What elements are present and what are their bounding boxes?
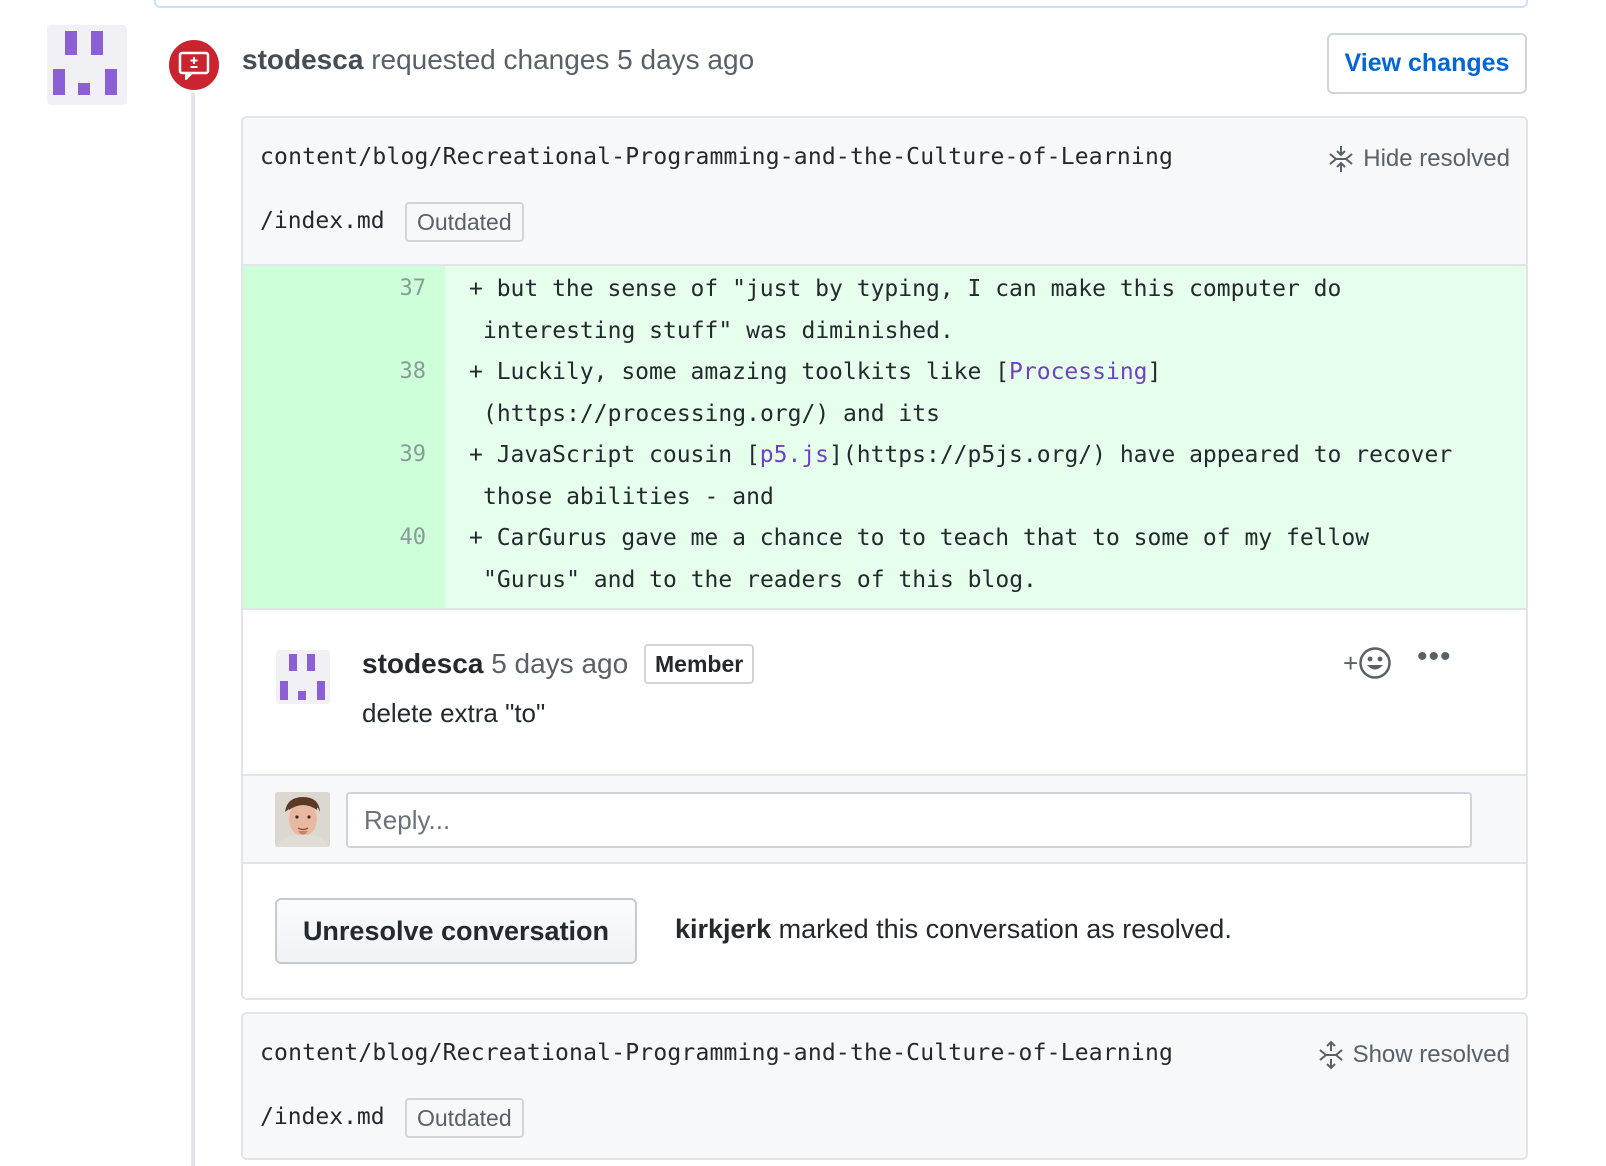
comment-body: delete extra "to" [362,698,546,728]
diff-line: 39 + JavaScript cousin [p5.js](https://p… [243,432,1526,518]
code-line-wrap: those abilities - and [483,484,774,510]
outdated-label: Outdated [405,202,524,242]
more-options-button[interactable]: ••• [1417,640,1452,674]
file-header: content/blog/Recreational-Programming-an… [243,118,1526,266]
file-path-end[interactable]: /index.md [260,1104,385,1130]
member-badge: Member [644,644,755,684]
resolved-status: kirkjerk marked this conversation as res… [675,914,1232,945]
add-reaction-button[interactable]: + [1343,646,1392,680]
comment-meta: stodesca 5 days ago [362,648,628,680]
resolve-area: Unresolve conversation kirkjerk marked t… [243,864,1526,998]
line-number[interactable]: 37 [243,276,427,301]
smiley-icon [1359,647,1391,679]
outdated-label: Outdated [405,1098,524,1138]
code-text: ] [1147,359,1162,385]
code-line-wrap: "Gurus" and to the readers of this blog. [483,567,1037,593]
diff-line: 38 + Luckily, some amazing toolkits like… [243,349,1526,435]
current-user-avatar[interactable] [275,792,330,847]
file-header: content/blog/Recreational-Programming-an… [243,1014,1526,1158]
review-comment: stodesca 5 days ago Member delete extra … [243,610,1526,776]
code-text: + Luckily, some amazing toolkits like [ [469,359,1010,385]
file-diff-icon [178,51,210,80]
diff-line: 37 + but the sense of "just by typing, I… [243,266,1526,352]
review-thread-card: content/blog/Recreational-Programming-an… [241,116,1528,1000]
review-header: stodesca requested changes 5 days ago [242,44,754,76]
diff-hunk: 37 + but the sense of "just by typing, I… [243,266,1526,610]
unresolve-conversation-button[interactable]: Unresolve conversation [275,898,637,964]
show-resolved-label: Show resolved [1352,1041,1510,1068]
file-path[interactable]: content/blog/Recreational-Programming-an… [260,144,1173,170]
line-number[interactable]: 38 [243,359,427,384]
diff-line: 40 + CarGurus gave me a chance to to tea… [243,515,1526,601]
code-link-text: Processing [1009,359,1148,385]
changes-requested-badge [166,37,222,93]
code-line: + but the sense of "just by typing, I ca… [469,276,1342,302]
code-line: + CarGurus gave me a chance to to teach … [469,525,1370,551]
reply-input[interactable] [346,792,1472,848]
file-path[interactable]: content/blog/Recreational-Programming-an… [260,1040,1173,1066]
timeline-line [191,92,195,1166]
comment-author[interactable]: stodesca [362,648,483,679]
resolved-status-text: marked this conversation as resolved. [778,914,1232,944]
reviewer-avatar[interactable] [47,25,127,105]
code-text: ](https://p5js.org/) have appeared to re… [829,442,1453,468]
reply-area [243,776,1526,864]
comment-time[interactable]: 5 days ago [491,648,628,679]
comment-author-avatar[interactable] [276,650,330,704]
code-line: + Luckily, some amazing toolkits like [P… [469,359,1161,385]
code-line-wrap: interesting stuff" was diminished. [483,318,954,344]
line-number[interactable]: 40 [243,525,427,550]
show-resolved-button[interactable]: Show resolved [1317,1040,1510,1070]
review-time[interactable]: 5 days ago [617,44,754,75]
code-line: + JavaScript cousin [p5.js](https://p5js… [469,442,1452,468]
file-path-end[interactable]: /index.md [260,208,385,234]
code-line-wrap: (https://processing.org/) and its [483,401,940,427]
unfold-icon [1318,1040,1343,1070]
code-link-text: p5.js [759,442,830,468]
code-text: + JavaScript cousin [ [469,442,760,468]
hide-resolved-button[interactable]: Hide resolved [1327,144,1510,174]
view-changes-button[interactable]: View changes [1327,33,1527,94]
previous-card-edge [154,0,1528,8]
review-author[interactable]: stodesca [242,44,363,75]
resolved-by-user[interactable]: kirkjerk [675,914,771,944]
user-photo-icon [275,792,330,847]
fold-icon [1329,146,1353,172]
hide-resolved-label: Hide resolved [1363,145,1510,172]
review-thread-card-collapsed: content/blog/Recreational-Programming-an… [241,1012,1528,1160]
line-number[interactable]: 39 [243,442,427,467]
review-action: requested changes [371,44,610,75]
plus-icon: + [1343,647,1359,678]
